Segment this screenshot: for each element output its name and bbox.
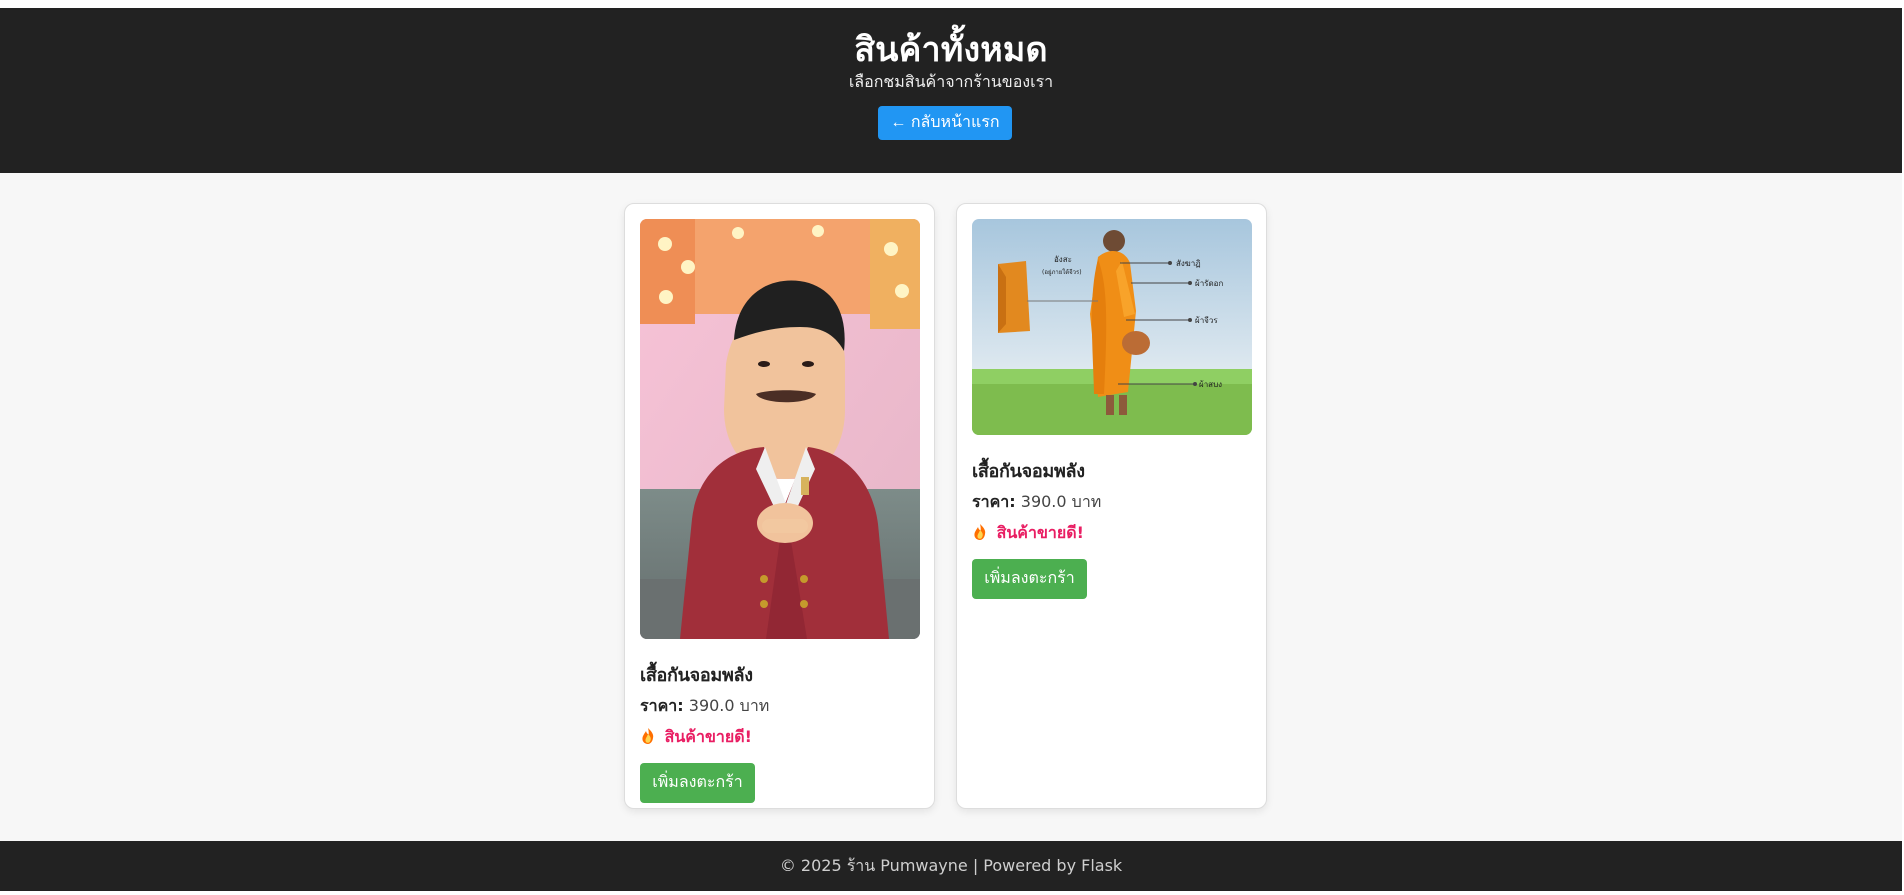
- price-value: 390.0 บาท: [1020, 492, 1102, 511]
- product-name: เสื้อกันจอมพลัง: [640, 665, 753, 686]
- products-page: สินค้าทั้งหมด เลือกชมสินค้าจากร้านของเรา…: [0, 8, 1902, 891]
- bestseller-text: สินค้าขายดี!: [996, 523, 1084, 542]
- add-to-cart-button[interactable]: เพิ่มลงตะกร้า: [972, 559, 1087, 599]
- robe-label-angsa: อังสะ: [1054, 255, 1072, 264]
- fire-icon: [972, 523, 988, 541]
- page-subtitle: เลือกชมสินค้าจากร้านของเรา: [848, 72, 1054, 91]
- bestseller-badge: สินค้าขายดี!: [640, 727, 920, 747]
- product-name: เสื้อกันจอมพลัง: [972, 461, 1085, 482]
- site-footer: © 2025 ร้าน Pumwayne | Powered by Flask: [0, 841, 1902, 891]
- man-in-red-suit-photo-icon: [640, 219, 920, 639]
- robe-label-sanghati: สังฆาฏิ: [1176, 259, 1201, 268]
- product-price: ราคา: 390.0 บาท: [972, 492, 1252, 512]
- back-home-button[interactable]: ← กลับหน้าแรก: [878, 106, 1012, 140]
- robe-label-angsa-note: (อยู่ภายใต้จีวร): [1042, 268, 1082, 276]
- product-card: อังสะ (อยู่ภายใต้จีวร) สังฆาฏิ ผ้ารัดอก …: [956, 203, 1267, 809]
- product-price: ราคา: 390.0 บาท: [640, 696, 920, 716]
- site-header: สินค้าทั้งหมด เลือกชมสินค้าจากร้านของเรา…: [0, 8, 1902, 173]
- monk-robe-diagram-icon: อังสะ (อยู่ภายใต้จีวร) สังฆาฏิ ผ้ารัดอก …: [972, 219, 1252, 435]
- price-value: 390.0 บาท: [688, 696, 770, 715]
- robe-label-sabong: ผ้าสบง: [1199, 380, 1222, 389]
- robe-label-belt: ผ้ารัดอก: [1195, 279, 1223, 288]
- page-title: สินค้าทั้งหมด: [854, 30, 1048, 70]
- robe-label-jivara: ผ้าจีวร: [1195, 316, 1218, 325]
- price-label: ราคา:: [640, 696, 684, 715]
- fire-icon: [640, 727, 656, 745]
- bestseller-text: สินค้าขายดี!: [664, 727, 752, 746]
- bestseller-badge: สินค้าขายดี!: [972, 523, 1252, 543]
- add-to-cart-button[interactable]: เพิ่มลงตะกร้า: [640, 763, 755, 803]
- price-label: ราคา:: [972, 492, 1016, 511]
- product-card: เสื้อกันจอมพลัง ราคา: 390.0 บาท สินค้าขา…: [624, 203, 935, 809]
